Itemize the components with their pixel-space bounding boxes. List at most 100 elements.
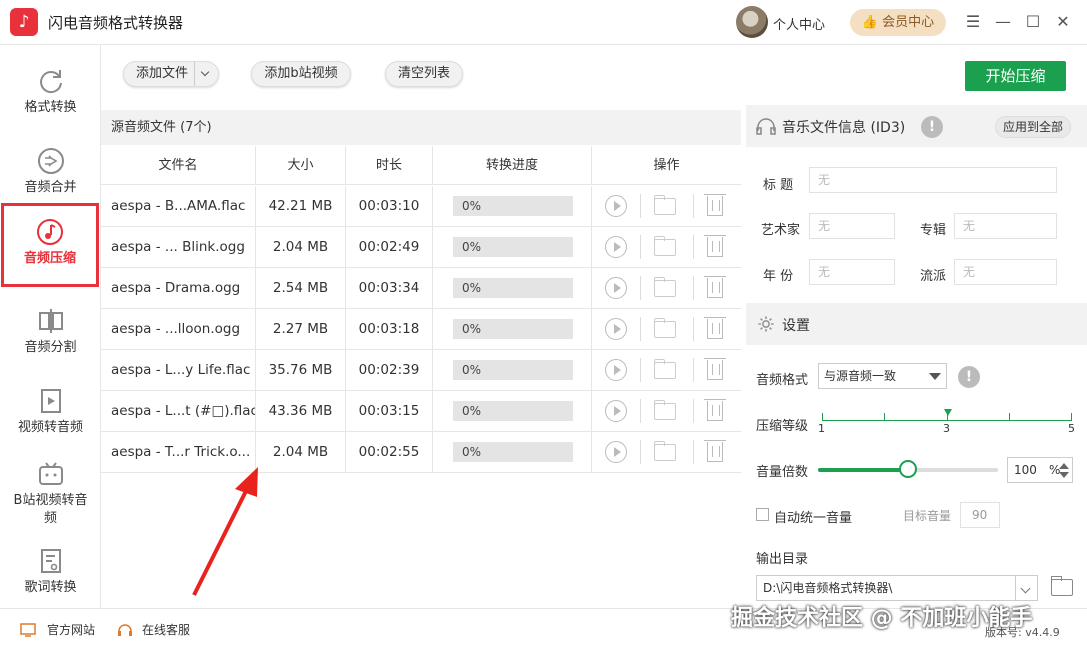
add-bilibili-video-button[interactable]: 添加b站视频 xyxy=(251,61,351,87)
merge-icon xyxy=(37,148,64,174)
progress-bar: 0% xyxy=(453,278,573,298)
artist-field-label: 艺术家 xyxy=(761,223,801,238)
maximize-icon[interactable]: ☐ xyxy=(1022,11,1044,33)
trash-icon[interactable] xyxy=(704,194,726,216)
folder-icon[interactable] xyxy=(654,359,676,379)
table-row[interactable]: aespa - ... Blink.ogg 2.04 MB 00:02:49 0% xyxy=(101,227,741,268)
compress-level-slider[interactable] xyxy=(822,420,1072,421)
play-icon[interactable] xyxy=(605,359,627,381)
file-size-cell: 43.36 MB xyxy=(256,391,346,431)
app-title: 闪电音频格式转换器 xyxy=(48,14,184,32)
sidebar-item-format-convert[interactable]: 格式转换 xyxy=(0,55,101,135)
trash-icon[interactable] xyxy=(704,440,726,462)
menu-icon[interactable]: ☰ xyxy=(962,11,984,33)
target-volume-input[interactable]: 90 xyxy=(960,502,1000,528)
start-compress-button[interactable]: 开始压缩 xyxy=(965,61,1066,91)
sidebar-item-bilibili-to-audio[interactable]: B站视频转音频 xyxy=(0,448,101,540)
genre-field-label: 流派 xyxy=(920,269,947,284)
spin-down-icon[interactable] xyxy=(1059,472,1069,478)
artist-field[interactable]: 无 xyxy=(809,213,895,239)
folder-icon[interactable] xyxy=(654,441,676,461)
action-divider xyxy=(693,276,694,300)
level-tick xyxy=(1071,413,1072,420)
auto-volume-checkbox[interactable] xyxy=(756,508,769,521)
file-size-cell: 2.04 MB xyxy=(256,227,346,267)
column-header-size: 大小 xyxy=(256,146,346,185)
action-divider xyxy=(640,317,641,341)
progress-bar: 0% xyxy=(453,196,573,216)
progress-bar: 0% xyxy=(453,360,573,380)
official-site-link[interactable]: 官方网站 xyxy=(47,621,95,638)
caret-down-icon xyxy=(929,373,941,380)
trash-icon[interactable] xyxy=(704,317,726,339)
sidebar-item-video-to-audio[interactable]: 视频转音频 xyxy=(0,375,101,455)
play-icon[interactable] xyxy=(605,318,627,340)
level-tick-label: 5 xyxy=(1068,422,1075,435)
progress-bar: 0% xyxy=(453,237,573,257)
play-icon[interactable] xyxy=(605,195,627,217)
play-icon[interactable] xyxy=(605,441,627,463)
chevron-down-icon[interactable] xyxy=(194,62,218,86)
sidebar-item-lyrics-convert[interactable]: 歌词转换 xyxy=(0,535,101,615)
tv-icon xyxy=(38,462,63,485)
table-row[interactable]: aespa - L...t (#□).flac 43.36 MB 00:03:15 0… xyxy=(101,391,741,432)
table-row[interactable]: aespa - Drama.ogg 2.54 MB 00:03:34 0% xyxy=(101,268,741,309)
minimize-icon[interactable]: — xyxy=(992,11,1014,33)
split-icon xyxy=(38,309,63,333)
apply-to-all-button[interactable]: 应用到全部 xyxy=(995,116,1071,138)
online-service-link[interactable]: 在线客服 xyxy=(142,621,190,638)
warning-icon[interactable]: ! xyxy=(921,116,943,138)
auto-volume-label: 自动统一音量 xyxy=(774,511,853,526)
trash-icon[interactable] xyxy=(704,358,726,380)
file-size-cell: 2.54 MB xyxy=(256,268,346,308)
folder-icon[interactable] xyxy=(654,195,676,215)
folder-icon[interactable] xyxy=(654,236,676,256)
vip-center-button[interactable]: 👍 会员中心 xyxy=(850,9,946,36)
sidebar: 格式转换 音频合并 音频压缩 音频分割 视频转音频 B站视频转音频 歌词转换 xyxy=(0,45,101,608)
output-dir-select[interactable]: D:\闪电音频格式转换器\ xyxy=(756,575,1038,601)
title-bar: ♪ 闪电音频格式转换器 个人中心 👍 会员中心 ☰ — ☐ ✕ xyxy=(0,0,1087,45)
table-row[interactable]: aespa - B...AMA.flac 42.21 MB 00:03:10 0% xyxy=(101,186,741,227)
action-divider xyxy=(693,235,694,259)
gear-icon xyxy=(758,316,774,332)
file-duration-cell: 00:02:39 xyxy=(346,350,433,390)
clear-list-button[interactable]: 清空列表 xyxy=(385,61,463,87)
sidebar-item-audio-split[interactable]: 音频分割 xyxy=(0,295,101,375)
file-duration-cell: 00:02:55 xyxy=(346,432,433,472)
table-row[interactable]: aespa - L...y Life.flac 35.76 MB 00:02:39 0… xyxy=(101,350,741,391)
table-row[interactable]: aespa - ...lloon.ogg 2.27 MB 00:03:18 0% xyxy=(101,309,741,350)
play-icon[interactable] xyxy=(605,236,627,258)
user-center-link[interactable]: 个人中心 xyxy=(773,14,825,33)
avatar[interactable] xyxy=(736,6,768,38)
volume-slider-handle[interactable] xyxy=(899,460,917,478)
title-field[interactable]: 无 xyxy=(809,167,1057,193)
genre-field[interactable]: 无 xyxy=(954,259,1057,285)
warning-icon[interactable]: ! xyxy=(958,366,980,388)
close-icon[interactable]: ✕ xyxy=(1052,11,1074,33)
folder-icon[interactable] xyxy=(654,318,676,338)
year-field[interactable]: 无 xyxy=(809,259,895,285)
action-divider xyxy=(640,235,641,259)
play-icon[interactable] xyxy=(605,277,627,299)
chevron-down-icon[interactable] xyxy=(1015,576,1037,600)
sidebar-item-label: B站视频转音频 xyxy=(13,493,88,526)
trash-icon[interactable] xyxy=(704,235,726,257)
level-tick xyxy=(822,413,823,420)
play-icon[interactable] xyxy=(605,400,627,422)
add-file-button[interactable]: 添加文件 xyxy=(123,61,219,87)
trash-icon[interactable] xyxy=(704,399,726,421)
format-select[interactable]: 与源音频一致 xyxy=(818,363,947,389)
folder-icon[interactable] xyxy=(654,277,676,297)
album-field[interactable]: 无 xyxy=(954,213,1057,239)
sidebar-item-label: 音频合并 xyxy=(24,180,77,195)
level-marker-icon[interactable] xyxy=(944,409,952,416)
folder-icon[interactable] xyxy=(1051,576,1073,596)
spin-up-icon[interactable] xyxy=(1059,463,1069,469)
action-divider xyxy=(640,399,641,423)
file-name-cell: aespa - Drama.ogg xyxy=(101,268,256,308)
action-divider xyxy=(640,194,641,218)
sidebar-item-audio-compress[interactable]: 音频压缩 xyxy=(1,203,99,287)
volume-input[interactable]: 100 % xyxy=(1007,457,1073,483)
trash-icon[interactable] xyxy=(704,276,726,298)
folder-icon[interactable] xyxy=(654,400,676,420)
